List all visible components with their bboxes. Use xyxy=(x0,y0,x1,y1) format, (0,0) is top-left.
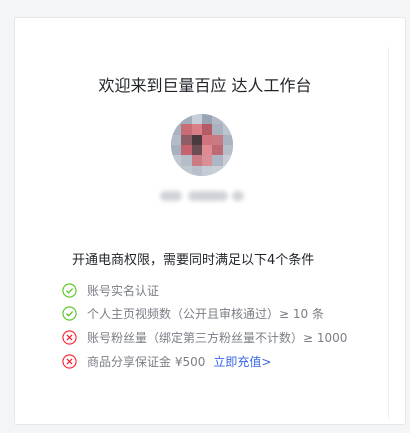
condition-real-name: 账号实名认证 xyxy=(62,281,159,299)
condition-video-count: 个人主页视频数（公开且审核通过）≥ 10 条 xyxy=(62,304,324,322)
condition-label: 个人主页视频数（公开且审核通过）≥ 10 条 xyxy=(87,306,324,321)
check-circle-icon xyxy=(62,282,77,298)
condition-label: 商品分享保证金 ¥500 xyxy=(87,354,206,369)
condition-deposit: 商品分享保证金 ¥500 立即充值> xyxy=(62,352,271,370)
page-title: 欢迎来到巨量百应 达人工作台 xyxy=(98,76,312,95)
conditions-heading: 开通电商权限，需要同时满足以下4个条件 xyxy=(72,253,315,268)
avatar xyxy=(171,114,233,176)
condition-followers: 账号粉丝量（绑定第三方粉丝量不计数）≥ 1000 xyxy=(62,328,347,346)
cross-circle-icon xyxy=(62,353,77,369)
check-circle-icon xyxy=(62,305,77,321)
right-divider xyxy=(388,47,389,419)
username-blurred xyxy=(160,186,250,206)
condition-label: 账号实名认证 xyxy=(87,283,160,298)
cross-circle-icon xyxy=(62,329,77,345)
recharge-link[interactable]: 立即充值> xyxy=(213,353,271,370)
condition-label: 账号粉丝量（绑定第三方粉丝量不计数）≥ 1000 xyxy=(87,330,348,345)
